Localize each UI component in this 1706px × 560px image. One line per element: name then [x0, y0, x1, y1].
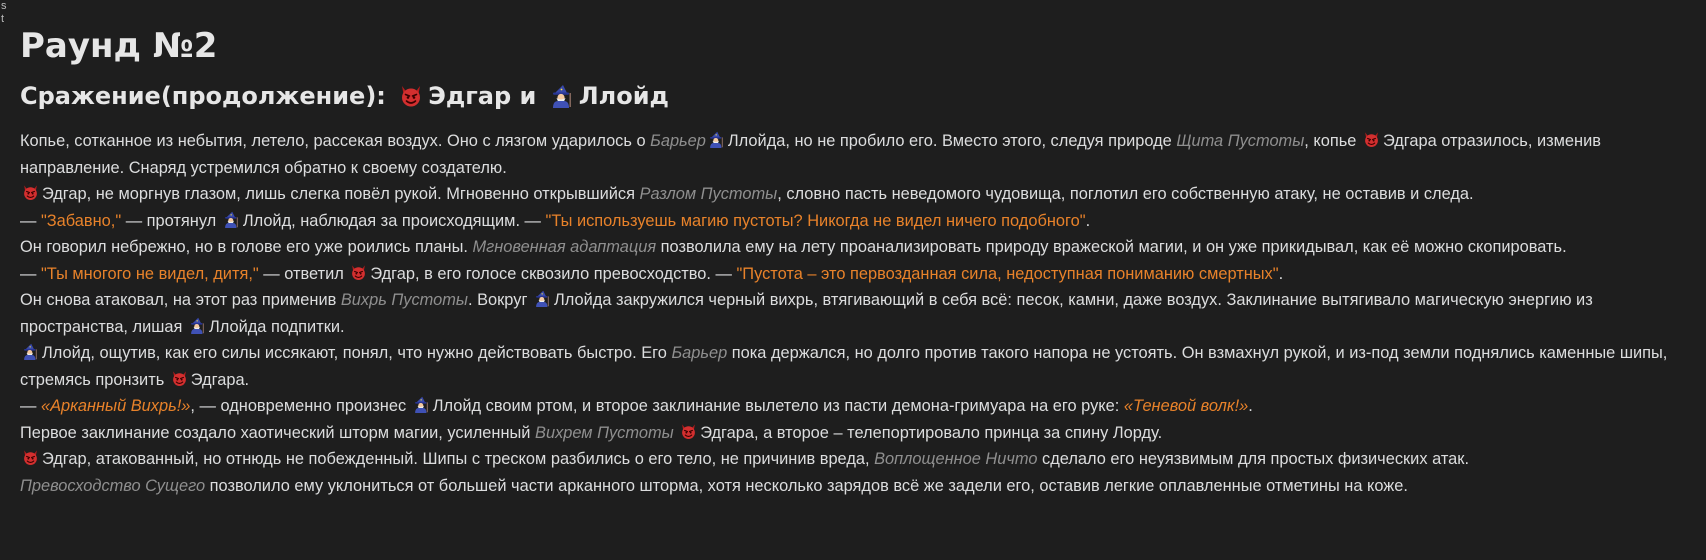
- story-paragraph: Он снова атаковал, на этот раз применив …: [20, 287, 1692, 340]
- story-body: Копье, сотканное из небытия, летело, рас…: [20, 128, 1692, 499]
- paragraph-text: Эдгар, в его голосе сквозило превосходст…: [370, 264, 737, 283]
- story-paragraph: — "Ты многого не видел, дитя," — ответил…: [20, 261, 1692, 288]
- devil-emoji-icon: [682, 423, 696, 439]
- story-paragraph: Копье, сотканное из небытия, летело, рас…: [20, 128, 1692, 181]
- skill-term: Разлом Пустоты: [639, 185, 778, 203]
- paragraph-text: — ответил: [258, 264, 349, 283]
- paragraph-text: позволила ему на лету проанализировать п…: [656, 238, 1567, 256]
- paragraph-text: , копье: [1304, 132, 1361, 150]
- devil-emoji-icon: [24, 450, 37, 465]
- story-paragraph: Эдгар, атакованный, но отнюдь не побежде…: [20, 446, 1692, 473]
- paragraph-text: Эдгар, не моргнув глазом, лишь слегка по…: [42, 185, 640, 203]
- paragraph-text: .: [1085, 211, 1091, 230]
- mage-emoji-icon: [24, 343, 37, 360]
- devil-emoji-icon: [402, 86, 421, 107]
- paragraph-text: Первое заклинание создало хаотический шт…: [20, 423, 536, 442]
- skill-term: Превосходство Сущего: [20, 476, 206, 495]
- skill-term: Барьер: [650, 132, 706, 150]
- story-paragraph: Эдгар, не моргнув глазом, лишь слегка по…: [20, 181, 1692, 208]
- mage-emoji-icon: [552, 85, 571, 108]
- dialogue-quote: "Пустота – это первозданная сила, недост…: [736, 264, 1279, 283]
- mage-emoji-icon: [224, 211, 238, 228]
- paragraph-text: — протянул: [121, 211, 221, 230]
- paragraph-text: .: [1248, 397, 1253, 415]
- heading-prefix: Сражение(продолжение):: [20, 82, 395, 110]
- paragraph-text: Ллойда, но не пробило его. Вместо этого,…: [727, 132, 1177, 150]
- spell-name: «Теневой волк!»: [1123, 397, 1249, 415]
- corner-letter: s: [1, 0, 7, 12]
- corner-text: s t: [1, 0, 7, 26]
- paragraph-text: .: [1278, 264, 1284, 283]
- paragraph-text: . Вокруг: [467, 291, 532, 309]
- paragraph-text: Ллойд, ощутив, как его силы иссякают, по…: [42, 344, 672, 362]
- paragraph-text: Копье, сотканное из небытия, летело, рас…: [20, 132, 651, 150]
- page-title: Раунд №2: [20, 26, 218, 66]
- devil-emoji-icon: [1365, 132, 1378, 147]
- paragraph-text: Ллойд, наблюдая за происходящим. —: [242, 211, 546, 230]
- devil-emoji-icon: [352, 264, 366, 280]
- paragraph-text: Эдгар, атакованный, но отнюдь не побежде…: [42, 450, 875, 468]
- heading-and: и: [511, 82, 545, 110]
- mage-emoji-icon: [710, 131, 723, 148]
- paragraph-text: —: [20, 264, 41, 283]
- corner-letter: t: [1, 13, 5, 25]
- dialogue-quote: "Ты используешь магию пустоты? Никогда н…: [545, 211, 1086, 230]
- paragraph-text: Ллойд своим ртом, и второе заклинание вы…: [432, 397, 1124, 415]
- paragraph-text: Эдгара.: [190, 370, 250, 389]
- story-paragraph: — «Арканный Вихрь!», — одновременно прои…: [20, 393, 1692, 420]
- skill-term: Барьер: [671, 344, 728, 362]
- dialogue-quote: "Ты многого не видел, дитя,": [40, 264, 259, 283]
- paragraph-text: позволило ему уклониться от большей част…: [205, 476, 1408, 495]
- skill-term: Мгновенная адаптация: [472, 238, 657, 256]
- skill-term: Щита Пустоты: [1176, 132, 1305, 150]
- note-content: Раунд №2 Сражение(продолжение): Эдгар и …: [20, 22, 1692, 499]
- story-paragraph: Первое заклинание создало хаотический шт…: [20, 420, 1692, 447]
- paragraph-text: Ллойда подпитки.: [208, 317, 345, 336]
- paragraph-text: —: [20, 211, 41, 230]
- heading-name-lloyd: Ллойд: [578, 82, 669, 110]
- story-paragraph: Превосходство Сущего позволило ему уклон…: [20, 473, 1692, 500]
- story-paragraph: Он говорил небрежно, но в голове его уже…: [20, 234, 1692, 261]
- paragraph-text: Он снова атаковал, на этот раз применив: [20, 291, 341, 309]
- skill-term: Вихрь Пустоты: [340, 291, 468, 309]
- devil-emoji-icon: [172, 370, 186, 386]
- section-heading: Сражение(продолжение): Эдгар и Ллойд: [20, 78, 1692, 114]
- mage-emoji-icon: [191, 317, 204, 334]
- story-paragraph: Ллойд, ощутив, как его силы иссякают, по…: [20, 340, 1692, 393]
- skill-term: Вихрем Пустоты: [535, 423, 674, 442]
- paragraph-text: Эдгара, а второе – телепортировало принц…: [700, 423, 1163, 442]
- paragraph-text: сделало его неуязвимым для простых физич…: [1037, 450, 1470, 468]
- mage-emoji-icon: [414, 396, 428, 413]
- paragraph-text: [674, 424, 679, 442]
- paragraph-text: , — одновременно произнес: [190, 397, 411, 415]
- skill-term: Воплощенное Ничто: [874, 450, 1038, 468]
- spell-name: «Арканный Вихрь!»: [40, 397, 191, 415]
- paragraph-text: , словно пасть неведомого чудовища, погл…: [777, 185, 1474, 203]
- paragraph-text: Он говорил небрежно, но в голове его уже…: [20, 238, 473, 256]
- story-paragraph: — "Забавно," — протянул Ллойд, наблюдая …: [20, 208, 1692, 235]
- mage-emoji-icon: [536, 290, 549, 307]
- dialogue-quote: "Забавно,": [40, 211, 122, 230]
- paragraph-text: —: [20, 397, 41, 415]
- heading-name-edgar: Эдгар: [428, 82, 512, 110]
- devil-emoji-icon: [24, 185, 37, 200]
